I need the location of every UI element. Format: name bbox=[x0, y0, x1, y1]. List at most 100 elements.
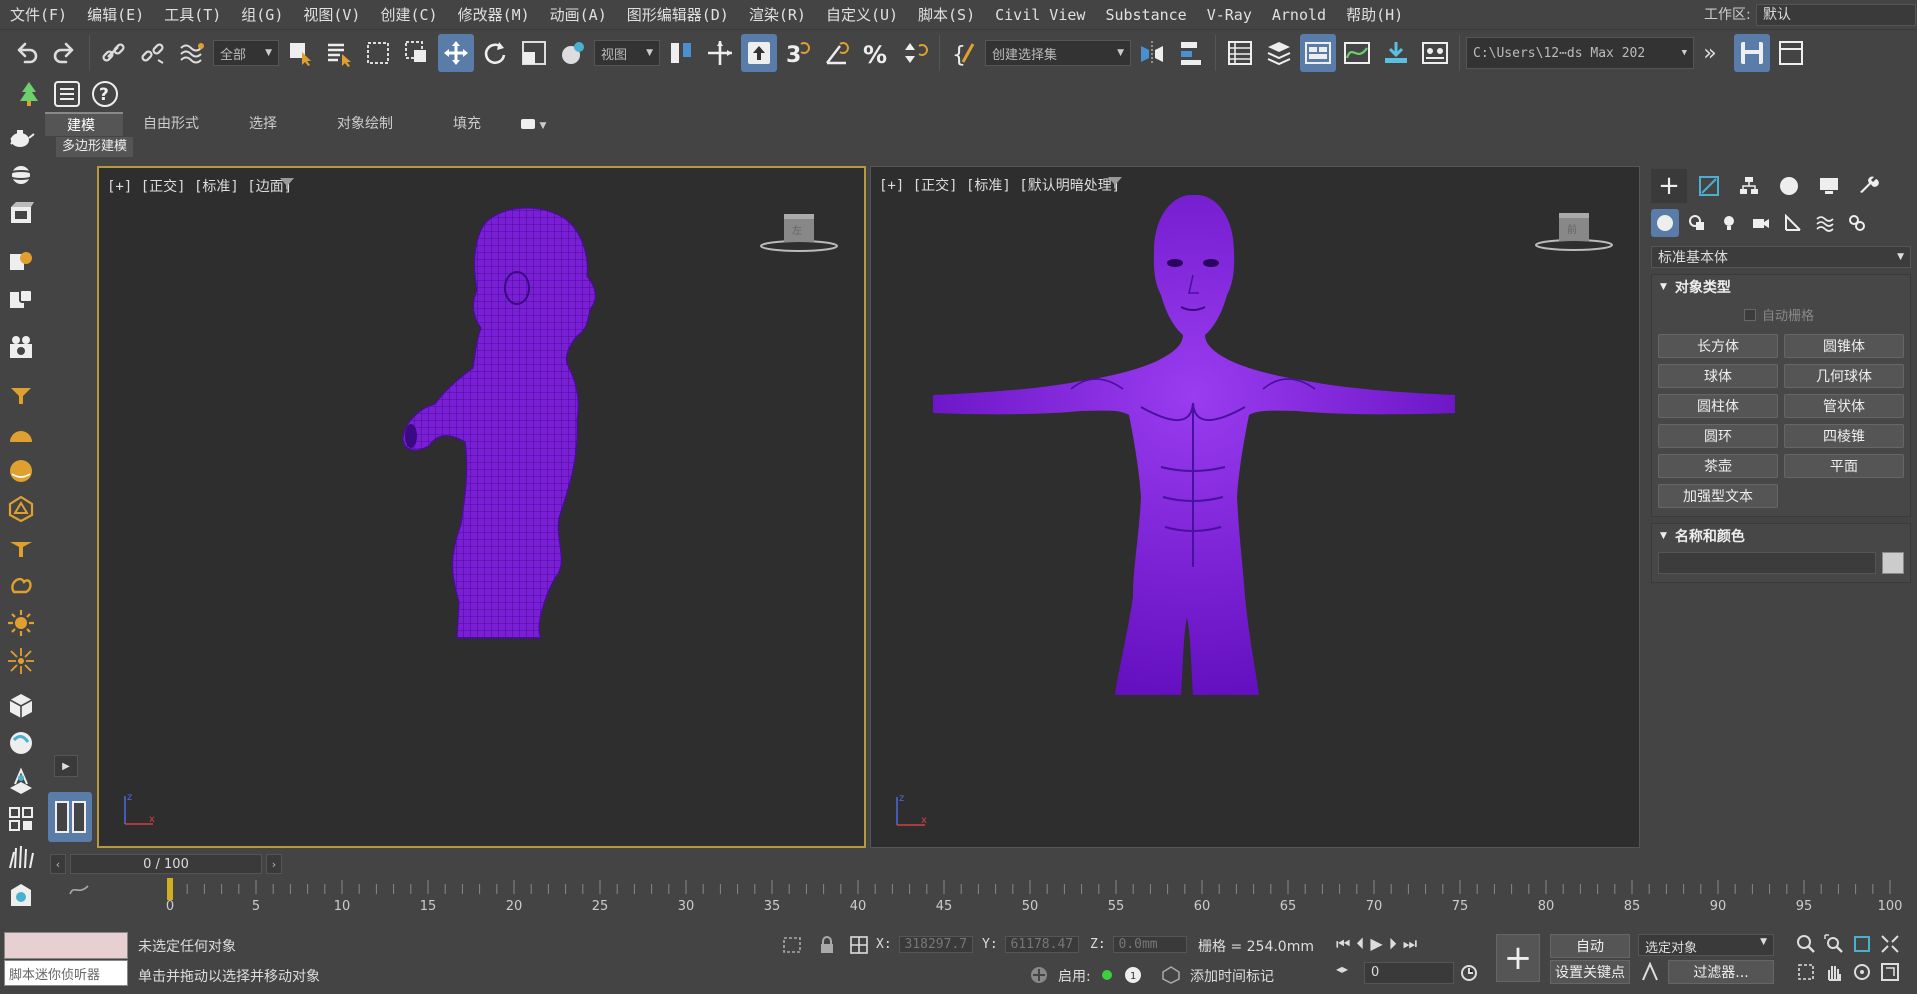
motion-tab[interactable] bbox=[1771, 169, 1807, 203]
ribbon-tab-modeling[interactable]: 建模 bbox=[45, 112, 123, 136]
next-frame-icon[interactable]: ⏵ bbox=[1389, 934, 1397, 954]
torus-button[interactable]: 圆环 bbox=[1658, 424, 1778, 448]
select-and-rotate-button[interactable] bbox=[477, 34, 513, 72]
previous-frame-icon[interactable]: ⏴ bbox=[1356, 934, 1364, 954]
menu-rendering[interactable]: 渲染(R) bbox=[739, 0, 816, 30]
key-mode-icon[interactable]: ◂▸ bbox=[1336, 962, 1348, 976]
mesh-light-tool[interactable] bbox=[3, 566, 39, 604]
adaptive-degradation-icon[interactable] bbox=[1030, 966, 1048, 984]
vray-decal-tool[interactable] bbox=[3, 876, 39, 914]
set-key-button[interactable]: 设置关键点 bbox=[1550, 960, 1630, 984]
go-to-start-icon[interactable]: ⏮ bbox=[1336, 934, 1350, 954]
field-of-view-icon[interactable] bbox=[1796, 962, 1816, 982]
ribbon-tab-populate[interactable]: 填充 bbox=[423, 112, 511, 136]
select-and-place-button[interactable] bbox=[555, 34, 591, 72]
z-field[interactable]: 0.0mm bbox=[1113, 936, 1188, 953]
camera-tool[interactable] bbox=[3, 328, 39, 366]
undo-button[interactable] bbox=[8, 34, 44, 72]
help-button[interactable]: ? bbox=[90, 79, 120, 109]
project-path-dropdown[interactable]: C:\Users\12⋯ds Max 202 ▼ bbox=[1466, 37, 1694, 69]
menu-substance[interactable]: Substance bbox=[1095, 0, 1196, 30]
time-configuration-icon[interactable] bbox=[1460, 964, 1478, 982]
geosphere-button[interactable]: 几何球体 bbox=[1784, 364, 1904, 388]
zoom-extents-icon[interactable] bbox=[1852, 934, 1872, 954]
y-field[interactable]: 61178.47 bbox=[1005, 936, 1080, 953]
add-time-tag-button[interactable]: 添加时间标记 bbox=[1190, 966, 1274, 986]
reference-coordinate-dropdown[interactable]: 视图 ▼ bbox=[594, 40, 660, 66]
enable-indicator[interactable] bbox=[1102, 970, 1112, 980]
workspace-select[interactable]: 默认 bbox=[1756, 4, 1916, 26]
teapot-tool[interactable] bbox=[3, 118, 39, 156]
auto-key-button[interactable]: 自动 bbox=[1550, 934, 1630, 958]
bind-spacewarp-button[interactable] bbox=[174, 34, 210, 72]
angle-snap-button[interactable] bbox=[819, 34, 855, 72]
mirror-button[interactable] bbox=[1134, 34, 1170, 72]
pivot-point-button[interactable] bbox=[663, 34, 699, 72]
lock-icon[interactable] bbox=[820, 936, 834, 954]
select-object-button[interactable] bbox=[282, 34, 318, 72]
menu-edit[interactable]: 编辑(E) bbox=[77, 0, 154, 30]
select-by-name-button[interactable] bbox=[321, 34, 357, 72]
menu-view[interactable]: 视图(V) bbox=[293, 0, 370, 30]
time-tag-icon[interactable] bbox=[1162, 966, 1180, 984]
orbit-icon[interactable] bbox=[1852, 962, 1872, 982]
cameras-category[interactable] bbox=[1747, 209, 1775, 237]
cylinder-button[interactable]: 圆柱体 bbox=[1658, 394, 1778, 418]
previous-frame-button[interactable]: ‹ bbox=[50, 854, 66, 874]
hierarchy-tab[interactable] bbox=[1731, 169, 1767, 203]
helpers-category[interactable] bbox=[1779, 209, 1807, 237]
rectangular-selection-button[interactable] bbox=[360, 34, 396, 72]
menu-civil-view[interactable]: Civil View bbox=[985, 0, 1095, 30]
shapes-category[interactable] bbox=[1683, 209, 1711, 237]
named-selection-dropdown[interactable]: 创建选择集 ▼ bbox=[985, 40, 1131, 66]
object-name-field[interactable] bbox=[1658, 552, 1876, 574]
go-to-end-icon[interactable]: ⏭ bbox=[1403, 934, 1417, 954]
vray-fur-tool[interactable] bbox=[3, 838, 39, 876]
rendered-frame-window-button[interactable] bbox=[1773, 34, 1809, 72]
curve-editor-button[interactable] bbox=[1339, 34, 1375, 72]
primitive-category-dropdown[interactable]: 标准基本体 ▼ bbox=[1651, 246, 1911, 268]
toggle-ribbon-button[interactable] bbox=[1300, 34, 1336, 72]
ribbon-subpanel-polygon-modeling[interactable]: 多边形建模 bbox=[56, 137, 134, 157]
selection-filter-dropdown[interactable]: 全部 ▼ bbox=[213, 40, 279, 66]
zoom-all-icon[interactable] bbox=[1824, 934, 1844, 954]
autogrid-checkbox[interactable] bbox=[1744, 308, 1756, 321]
play-icon[interactable]: ▶ bbox=[1370, 934, 1382, 954]
menu-help[interactable]: 帮助(H) bbox=[1336, 0, 1413, 30]
percent-snap-button[interactable]: % bbox=[858, 34, 894, 72]
absolute-mode-icon[interactable] bbox=[850, 936, 868, 954]
sphere-button[interactable]: 球体 bbox=[1658, 364, 1778, 388]
object-color-swatch[interactable] bbox=[1882, 552, 1904, 574]
human-torso-shaded[interactable] bbox=[871, 167, 1640, 848]
human-torso-wireframe[interactable] bbox=[99, 168, 866, 848]
pyramid-button[interactable]: 四棱锥 bbox=[1784, 424, 1904, 448]
layer-explorer-button[interactable] bbox=[1261, 34, 1297, 72]
select-manipulate-button[interactable] bbox=[702, 34, 738, 72]
ribbon-tab-freeform[interactable]: 自由形式 bbox=[123, 112, 219, 136]
menu-arnold[interactable]: Arnold bbox=[1262, 0, 1336, 30]
mini-curve-editor-icon[interactable] bbox=[68, 882, 90, 898]
window-crossing-button[interactable] bbox=[399, 34, 435, 72]
object-type-header[interactable]: ▼ 对象类型 bbox=[1652, 275, 1910, 299]
systems-category[interactable] bbox=[1843, 209, 1871, 237]
keyboard-shortcut-override-button[interactable] bbox=[741, 34, 777, 72]
key-filter-select[interactable]: 选定对象 ▼ bbox=[1638, 934, 1774, 956]
maxscript-listener[interactable]: 脚本迷你侦听器 bbox=[4, 960, 128, 986]
scene-explorer-button[interactable] bbox=[1222, 34, 1258, 72]
schematic-view-button[interactable] bbox=[1378, 34, 1414, 72]
scene-list-button[interactable] bbox=[52, 79, 82, 109]
lights-category[interactable] bbox=[1715, 209, 1743, 237]
light-tool[interactable] bbox=[3, 242, 39, 280]
zoom-icon[interactable] bbox=[1796, 934, 1816, 954]
toolbar-overflow-button[interactable]: » bbox=[1697, 34, 1723, 72]
pan-hand-icon[interactable] bbox=[1824, 962, 1844, 982]
camera-object-tool[interactable] bbox=[3, 280, 39, 318]
sky-light-tool[interactable] bbox=[3, 642, 39, 680]
render-setup-button[interactable] bbox=[1734, 34, 1770, 72]
set-key-big-button[interactable]: + bbox=[1496, 934, 1540, 982]
sphere-light-tool[interactable] bbox=[3, 452, 39, 490]
menu-customize[interactable]: 自定义(U) bbox=[816, 0, 908, 30]
menu-modifiers[interactable]: 修改器(M) bbox=[448, 0, 540, 30]
menu-tools[interactable]: 工具(T) bbox=[154, 0, 231, 30]
teapot-button[interactable]: 茶壶 bbox=[1658, 454, 1778, 478]
